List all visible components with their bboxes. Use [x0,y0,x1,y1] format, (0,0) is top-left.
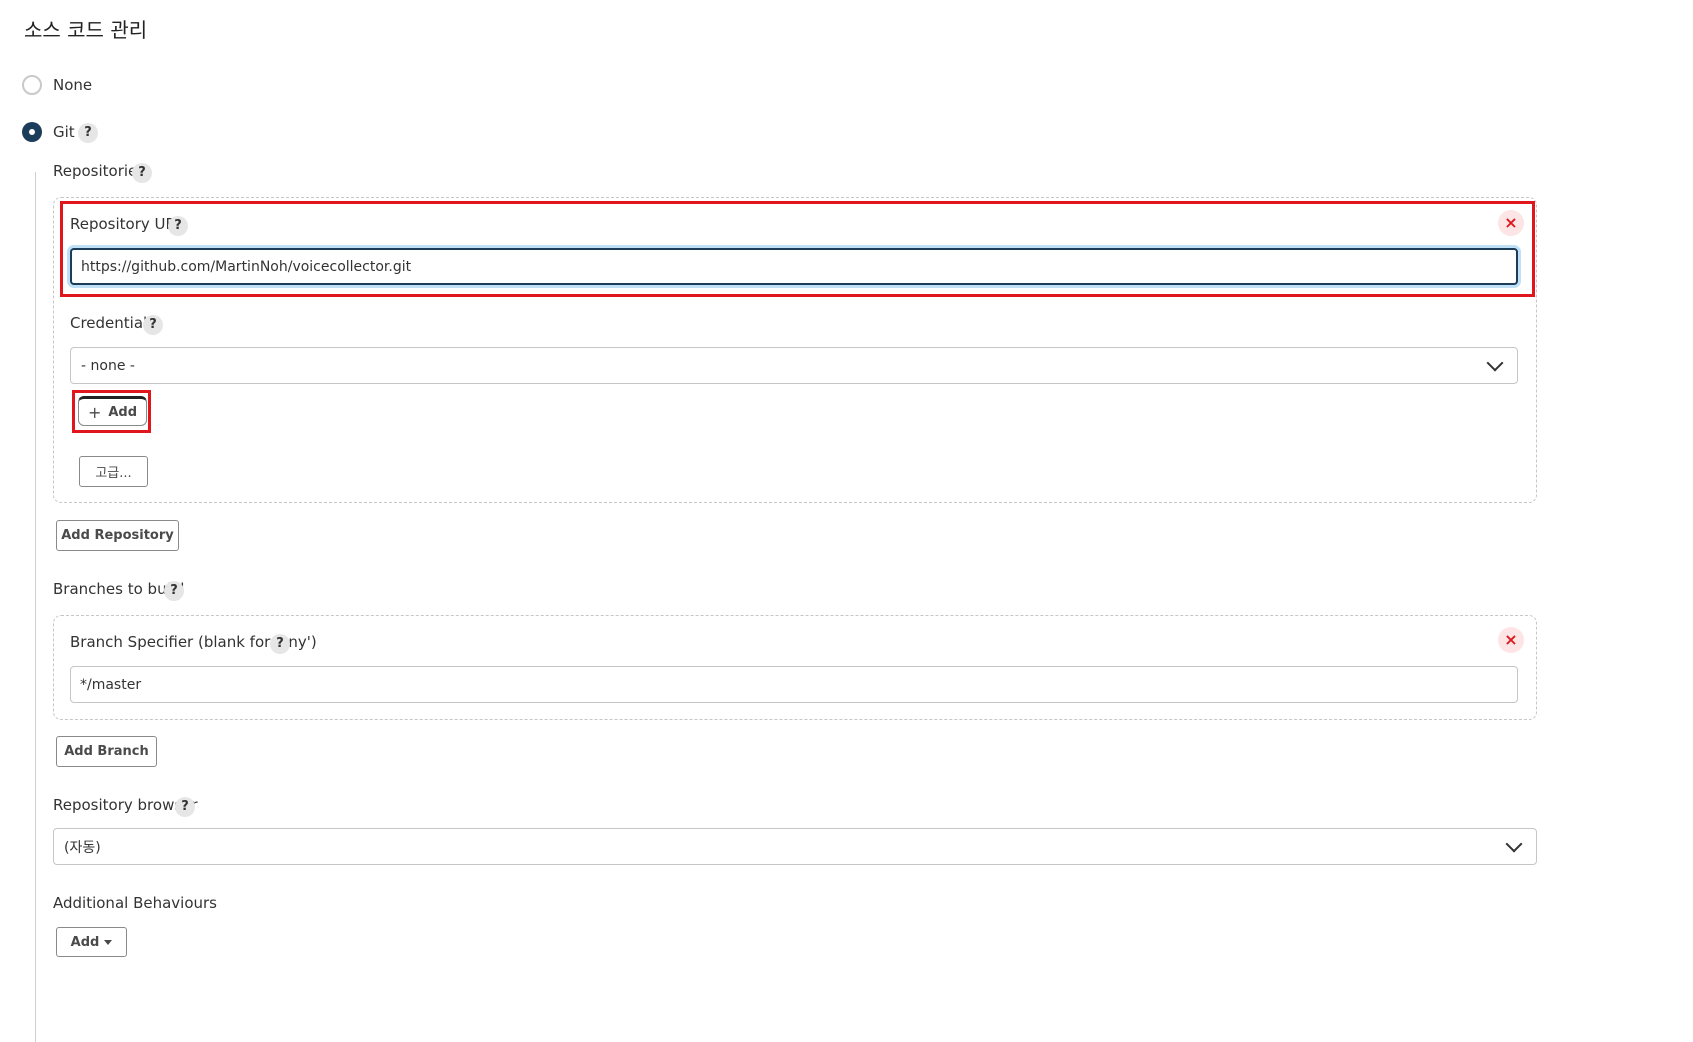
caret-down-icon [104,939,113,945]
git-help-icon[interactable]: ? [78,123,98,143]
add-behaviour-label: Add [70,934,100,950]
chevron-down-icon [1486,354,1504,371]
branch-specifier-value: */master [80,676,142,693]
repositories-help-icon[interactable]: ? [132,163,152,183]
radio-none[interactable] [22,75,42,95]
chevron-down-icon [1505,835,1523,852]
add-behaviour-button[interactable]: Add [56,927,127,957]
repository-url-input[interactable]: https://github.com/MartinNoh/voicecollec… [70,248,1518,285]
advanced-button-label: 고급... [95,466,132,481]
remove-branch-icon[interactable]: × [1498,627,1524,653]
credentials-select[interactable]: - none - [70,347,1518,384]
branch-specifier-help-icon[interactable]: ? [270,634,290,654]
add-branch-button[interactable]: Add Branch [56,736,157,767]
add-credentials-button[interactable]: + Add [78,396,147,426]
nested-section-line [35,172,36,1042]
repository-browser-select[interactable]: (자동) [53,828,1537,865]
repository-url-value: https://github.com/MartinNoh/voicecollec… [81,258,412,275]
additional-behaviours-label: Additional Behaviours [53,894,217,912]
repository-url-help-icon[interactable]: ? [168,216,188,236]
add-repository-button[interactable]: Add Repository [56,520,179,551]
section-title: 소스 코드 관리 [24,18,148,42]
add-repository-label: Add Repository [61,528,174,543]
plus-icon: + [87,402,102,422]
radio-git-label: Git [53,123,75,141]
add-credentials-label: Add [108,404,138,420]
branches-help-icon[interactable]: ? [164,581,184,601]
radio-git[interactable] [22,122,42,142]
remove-repository-icon[interactable]: × [1498,210,1524,236]
advanced-button[interactable]: 고급... [79,456,148,487]
repository-browser-value: (자동) [64,839,101,856]
add-branch-label: Add Branch [64,744,149,759]
repository-browser-help-icon[interactable]: ? [175,797,195,817]
credentials-selected-value: - none - [81,357,135,374]
radio-none-label: None [53,76,93,94]
credentials-help-icon[interactable]: ? [143,315,163,335]
branch-specifier-input[interactable]: */master [70,666,1518,703]
